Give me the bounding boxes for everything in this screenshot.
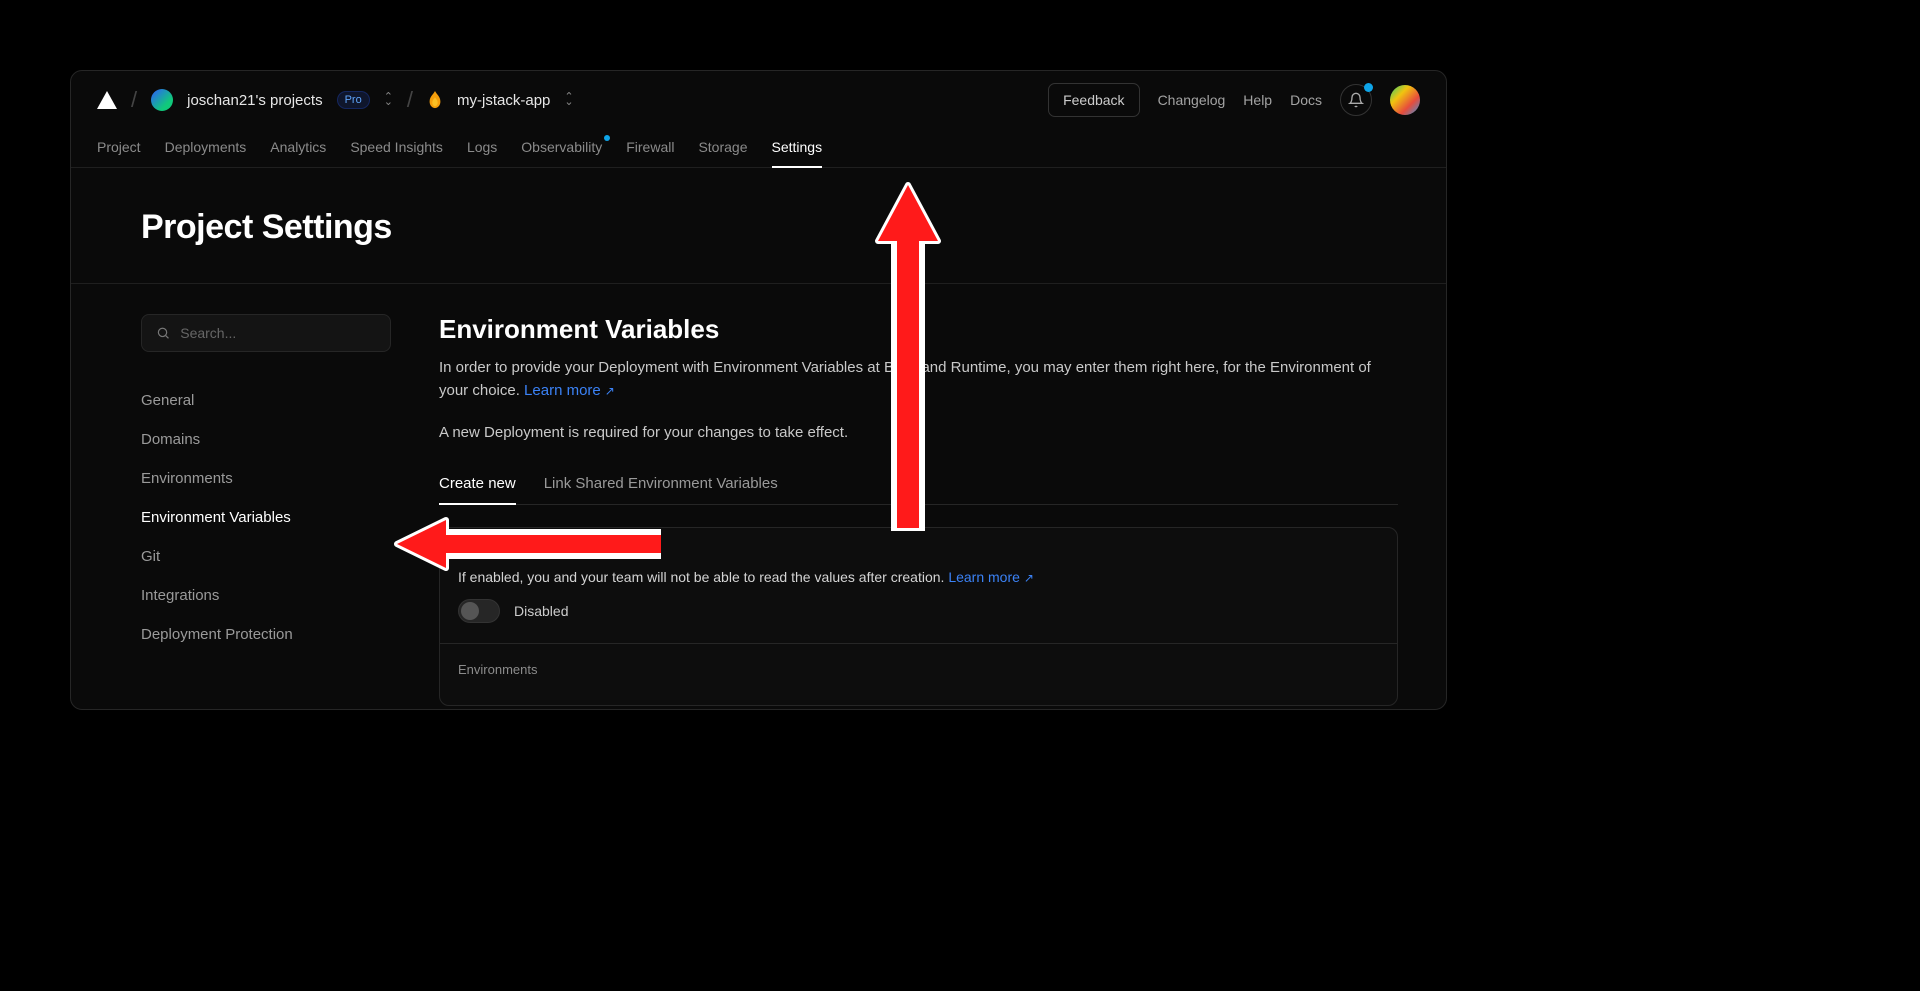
team-switcher-icon[interactable]: ⌃⌄ xyxy=(384,95,393,105)
project-switcher-icon[interactable]: ⌃⌄ xyxy=(564,95,573,105)
nav-tab-logs[interactable]: Logs xyxy=(467,129,497,167)
app-window: / joschan21's projects Pro ⌃⌄ / my-jstac… xyxy=(70,70,1447,710)
notification-dot-icon xyxy=(1364,83,1373,92)
section-title: Environment Variables xyxy=(439,314,1398,345)
nav-tab-settings[interactable]: Settings xyxy=(772,129,823,167)
sidebar-item-integrations[interactable]: Integrations xyxy=(141,587,391,604)
search-icon xyxy=(156,325,170,341)
sensitive-section: Sensitive If enabled, you and your team … xyxy=(440,528,1397,644)
env-create-panel: Sensitive If enabled, you and your team … xyxy=(439,527,1398,706)
changelog-link[interactable]: Changelog xyxy=(1158,92,1226,108)
vercel-logo-icon[interactable] xyxy=(97,91,117,109)
section-description: In order to provide your Deployment with… xyxy=(439,357,1398,402)
nav-tab-analytics[interactable]: Analytics xyxy=(270,129,326,167)
feedback-button[interactable]: Feedback xyxy=(1048,83,1139,117)
toggle-knob-icon xyxy=(461,602,479,620)
sidebar-item-general[interactable]: General xyxy=(141,392,391,409)
subtab-create-new[interactable]: Create new xyxy=(439,475,516,504)
learn-more-link[interactable]: Learn more↗ xyxy=(524,382,615,399)
team-name[interactable]: joschan21's projects xyxy=(187,92,322,109)
environments-section: Environments xyxy=(440,644,1397,705)
nav-tab-project[interactable]: Project xyxy=(97,129,141,167)
settings-main: Environment Variables In order to provid… xyxy=(391,314,1446,706)
subtab-link-shared-environment-variables[interactable]: Link Shared Environment Variables xyxy=(544,475,778,504)
section-note: A new Deployment is required for your ch… xyxy=(439,424,1398,441)
breadcrumb-separator: / xyxy=(407,87,413,113)
env-sub-tabs: Create new Link Shared Environment Variab… xyxy=(439,475,1398,505)
nav-tab-firewall[interactable]: Firewall xyxy=(626,129,674,167)
environments-label: Environments xyxy=(458,662,1379,677)
tab-notification-dot-icon xyxy=(604,135,610,141)
settings-body: GeneralDomainsEnvironmentsEnvironment Va… xyxy=(71,284,1446,706)
settings-search[interactable] xyxy=(141,314,391,352)
user-avatar[interactable] xyxy=(1390,85,1420,115)
notifications-button[interactable] xyxy=(1340,84,1372,116)
sensitive-toggle[interactable] xyxy=(458,599,500,623)
breadcrumb: / joschan21's projects Pro ⌃⌄ / my-jstac… xyxy=(97,87,574,113)
page-title: Project Settings xyxy=(141,208,1376,247)
sidebar-item-git[interactable]: Git xyxy=(141,548,391,565)
topbar: / joschan21's projects Pro ⌃⌄ / my-jstac… xyxy=(71,71,1446,129)
project-nav-tabs: Project Deployments Analytics Speed Insight… xyxy=(71,129,1446,168)
sensitive-learn-more-link[interactable]: Learn more↗ xyxy=(948,569,1034,585)
sidebar-item-environment-variables[interactable]: Environment Variables xyxy=(141,509,391,526)
breadcrumb-separator: / xyxy=(131,87,137,113)
sidebar-item-environments[interactable]: Environments xyxy=(141,470,391,487)
sensitive-label: Sensitive xyxy=(458,546,1379,561)
settings-sidebar: General Domains Environments Environment Va… xyxy=(71,314,391,706)
nav-tab-storage[interactable]: Storage xyxy=(698,129,747,167)
help-link[interactable]: Help xyxy=(1243,92,1272,108)
bell-icon xyxy=(1348,92,1364,108)
sensitive-description: If enabled, you and your team will not b… xyxy=(458,569,1379,585)
team-avatar-icon xyxy=(151,89,173,111)
page-heading: Project Settings xyxy=(71,168,1446,284)
nav-tab-observability[interactable]: Observability xyxy=(521,129,602,167)
sensitive-toggle-row: Disabled xyxy=(458,599,1379,623)
search-input[interactable] xyxy=(180,325,376,341)
docs-link[interactable]: Docs xyxy=(1290,92,1322,108)
external-link-icon: ↗ xyxy=(1024,571,1034,585)
toggle-state-label: Disabled xyxy=(514,603,568,619)
nav-tab-speed-insights[interactable]: Speed Insights xyxy=(350,129,443,167)
project-name[interactable]: my-jstack-app xyxy=(457,92,550,109)
sidebar-list: General Domains Environments Environment Va… xyxy=(141,392,391,643)
nav-tab-deployments[interactable]: Deployments xyxy=(165,129,247,167)
top-right-actions: Feedback Changelog Help Docs xyxy=(1048,83,1420,117)
project-flame-icon xyxy=(427,91,443,109)
external-link-icon: ↗ xyxy=(605,384,615,398)
sidebar-item-deployment-protection[interactable]: Deployment Protection xyxy=(141,626,391,643)
plan-badge: Pro xyxy=(337,91,370,109)
sidebar-item-domains[interactable]: Domains xyxy=(141,431,391,448)
